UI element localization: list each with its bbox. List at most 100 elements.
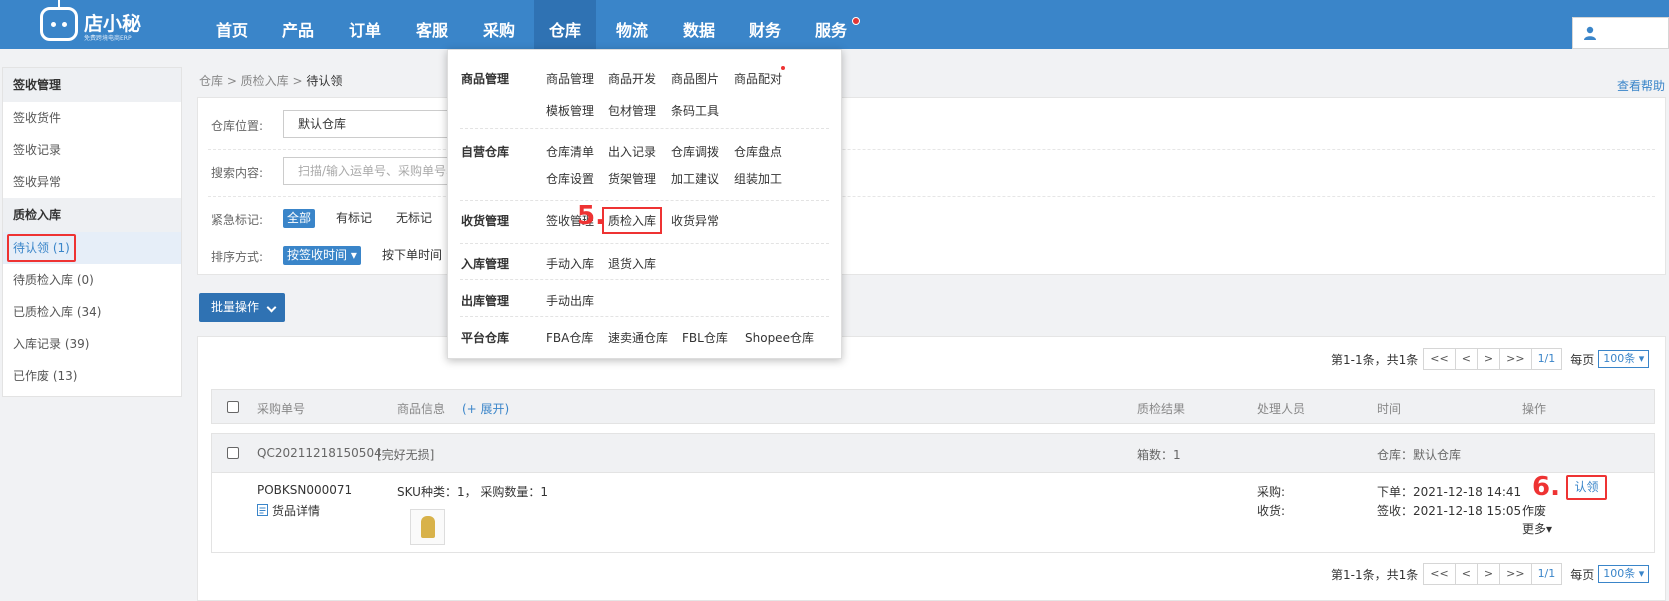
help-link[interactable]: 查看帮助 [1617, 77, 1665, 94]
nav-data[interactable]: 数据 [674, 0, 724, 49]
menu-divider [460, 244, 829, 280]
product-thumbnail[interactable] [410, 509, 445, 545]
menu-divider [460, 201, 829, 244]
breadcrumb-path[interactable]: 仓库 > 质检入库 > [199, 74, 306, 88]
search-input[interactable]: 扫描/输入运单号、采购单号、 [283, 157, 453, 185]
batch-actions-label: 批量操作 [211, 300, 260, 314]
search-label: 搜索内容: [211, 166, 264, 180]
pager-next[interactable]: > [1476, 348, 1501, 370]
urgent-option-unmarked[interactable]: 无标记 [392, 209, 436, 228]
urgent-option-all[interactable]: 全部 [283, 209, 316, 228]
nav-products[interactable]: 产品 [273, 0, 323, 49]
user-menu[interactable] [1572, 17, 1669, 49]
per-page-select[interactable]: 100条 ▾ [1598, 350, 1650, 368]
brand-name: 店小秘 [84, 13, 142, 35]
menu-category-platform-warehouse: 平台仓库 [461, 331, 510, 345]
header-handler: 处理人员 [1257, 402, 1306, 416]
pager-info: 第1-1条，共1条 [1331, 567, 1419, 582]
per-page-label: 每页 [1570, 352, 1595, 367]
divider [208, 196, 1655, 197]
chevron-down-icon [266, 302, 277, 313]
nav-warehouse[interactable]: 仓库 [534, 0, 596, 49]
nav-orders[interactable]: 订单 [340, 0, 390, 49]
pager-prev[interactable]: < [1454, 563, 1478, 585]
sidebar-item-sign-goods[interactable]: 签收货件 [3, 102, 181, 134]
qc-code: QC20211218150504 [257, 446, 382, 460]
per-page-select[interactable]: 100条 ▾ [1598, 565, 1650, 583]
table-header: 采购单号 商品信息 (+ 展开) 质检结果 处理人员 时间 操作 [211, 389, 1655, 424]
pager-prev[interactable]: < [1454, 348, 1478, 370]
sidebar-item-stockin-records[interactable]: 入库记录 (39) [3, 328, 181, 360]
po-number-link[interactable]: POBKSN000071 [257, 483, 352, 497]
sign-time: 签收：2021-12-18 15:05 [1377, 504, 1522, 518]
menu-item-fba[interactable]: FBA仓库 [546, 329, 593, 346]
receiver-label: 收货: [1257, 504, 1286, 518]
sidebar-item-pending-inspection[interactable]: 待质检入库 (0) [3, 264, 181, 296]
header-qc-result: 质检结果 [1137, 402, 1186, 416]
batch-actions-button[interactable]: 批量操作 [199, 293, 285, 322]
warehouse-select[interactable]: 默认仓库 [283, 110, 453, 138]
expand-link[interactable]: (+ 展开) [462, 400, 509, 417]
warehouse-label: 仓库位置: [211, 119, 264, 133]
pager-current: 1/1 [1530, 563, 1563, 585]
pager-first[interactable]: << [1423, 563, 1456, 585]
menu-item-shopee-warehouse[interactable]: Shopee仓库 [745, 329, 814, 346]
robot-logo-icon [40, 0, 78, 41]
per-page-label: 每页 [1570, 567, 1595, 582]
menu-item-fbl[interactable]: FBL仓库 [682, 329, 728, 346]
filter-panel: 仓库位置: 默认仓库 搜索内容: 扫描/输入运单号、采购单号、 紧急标记: 全部… [197, 97, 1666, 275]
nav-logistics[interactable]: 物流 [607, 0, 657, 49]
row-warehouse: 仓库：默认仓库 [1377, 448, 1462, 462]
sidebar-item-pending-claim[interactable]: 待认领 (1) [3, 232, 181, 264]
nav-finance[interactable]: 财务 [740, 0, 790, 49]
more-link[interactable]: 更多▾ [1522, 520, 1552, 537]
step-6-annotation: 6. [1532, 472, 1560, 502]
menu-item-aliexpress-warehouse[interactable]: 速卖通仓库 [608, 329, 668, 346]
box-count: 箱数：1 [1137, 448, 1181, 462]
nav-service[interactable]: 客服 [407, 0, 457, 49]
sidebar-item-inspected[interactable]: 已质检入库 (34) [3, 296, 181, 328]
sidebar-item-voided[interactable]: 已作废 (13) [3, 360, 181, 392]
claim-button[interactable]: 认领 [1566, 475, 1607, 500]
notification-dot [852, 17, 860, 25]
sort-by-sign-time[interactable]: 按签收时间 ▾ [283, 246, 361, 265]
pager-last[interactable]: >> [1499, 563, 1532, 585]
select-all-checkbox[interactable] [227, 401, 239, 413]
buyer-label: 采购: [1257, 485, 1286, 499]
pager-top: 第1-1条，共1条 << < > >> 1/1 每页 100条 ▾ [1331, 348, 1650, 370]
product-image-icon [421, 516, 435, 538]
void-link[interactable]: 作废 [1522, 502, 1546, 519]
sidebar-group-title: 签收管理 [3, 68, 181, 102]
pager-next[interactable]: > [1476, 563, 1501, 585]
menu-divider [460, 280, 829, 317]
warehouse-dropdown-menu: 商品管理 商品管理 商品开发 商品图片 商品配对 模板管理 包材管理 条码工具 … [447, 49, 842, 359]
sidebar-item-label: 待认领 (1) [7, 234, 76, 262]
results-panel: 第1-1条，共1条 << < > >> 1/1 每页 100条 ▾ 采购单号 商… [197, 336, 1666, 601]
pager-last[interactable]: >> [1499, 348, 1532, 370]
sidebar-item-sign-exceptions[interactable]: 签收异常 [3, 166, 181, 198]
table-row: POBKSN000071 货品详情 SKU种类：1， 采购数量：1 采购: 收货… [211, 473, 1655, 553]
nav-home[interactable]: 首页 [207, 0, 257, 49]
urgent-option-marked[interactable]: 有标记 [332, 209, 376, 228]
goods-detail-label: 货品详情 [272, 504, 321, 518]
sort-by-order-time[interactable]: 按下单时间 [378, 246, 446, 265]
breadcrumb-current: 待认领 [306, 74, 343, 88]
pager-info: 第1-1条，共1条 [1331, 352, 1419, 367]
sidebar: 签收管理 签收货件 签收记录 签收异常 质检入库 待认领 (1) 待质检入库 (… [2, 67, 182, 397]
nav-purchase[interactable]: 采购 [474, 0, 524, 49]
breadcrumb: 仓库 > 质检入库 > 待认领 [199, 72, 342, 89]
goods-detail-link[interactable]: 货品详情 [257, 502, 320, 519]
row-checkbox[interactable] [227, 447, 239, 459]
sort-label: 排序方式: [211, 250, 264, 264]
logo[interactable]: 店小秘 免费跨境电商ERP [40, 0, 160, 43]
urgent-label: 紧急标记: [211, 213, 264, 227]
header-actions: 操作 [1522, 402, 1547, 416]
divider [208, 149, 1655, 150]
sku-info: SKU种类：1， 采购数量：1 [397, 485, 549, 499]
nav-services[interactable]: 服务 [806, 0, 856, 49]
sidebar-item-sign-records[interactable]: 签收记录 [3, 134, 181, 166]
pager-first[interactable]: << [1423, 348, 1456, 370]
header-po-number: 采购单号 [257, 402, 306, 416]
pager-bottom: 第1-1条，共1条 << < > >> 1/1 每页 100条 ▾ [1331, 563, 1650, 585]
header-time: 时间 [1377, 402, 1402, 416]
